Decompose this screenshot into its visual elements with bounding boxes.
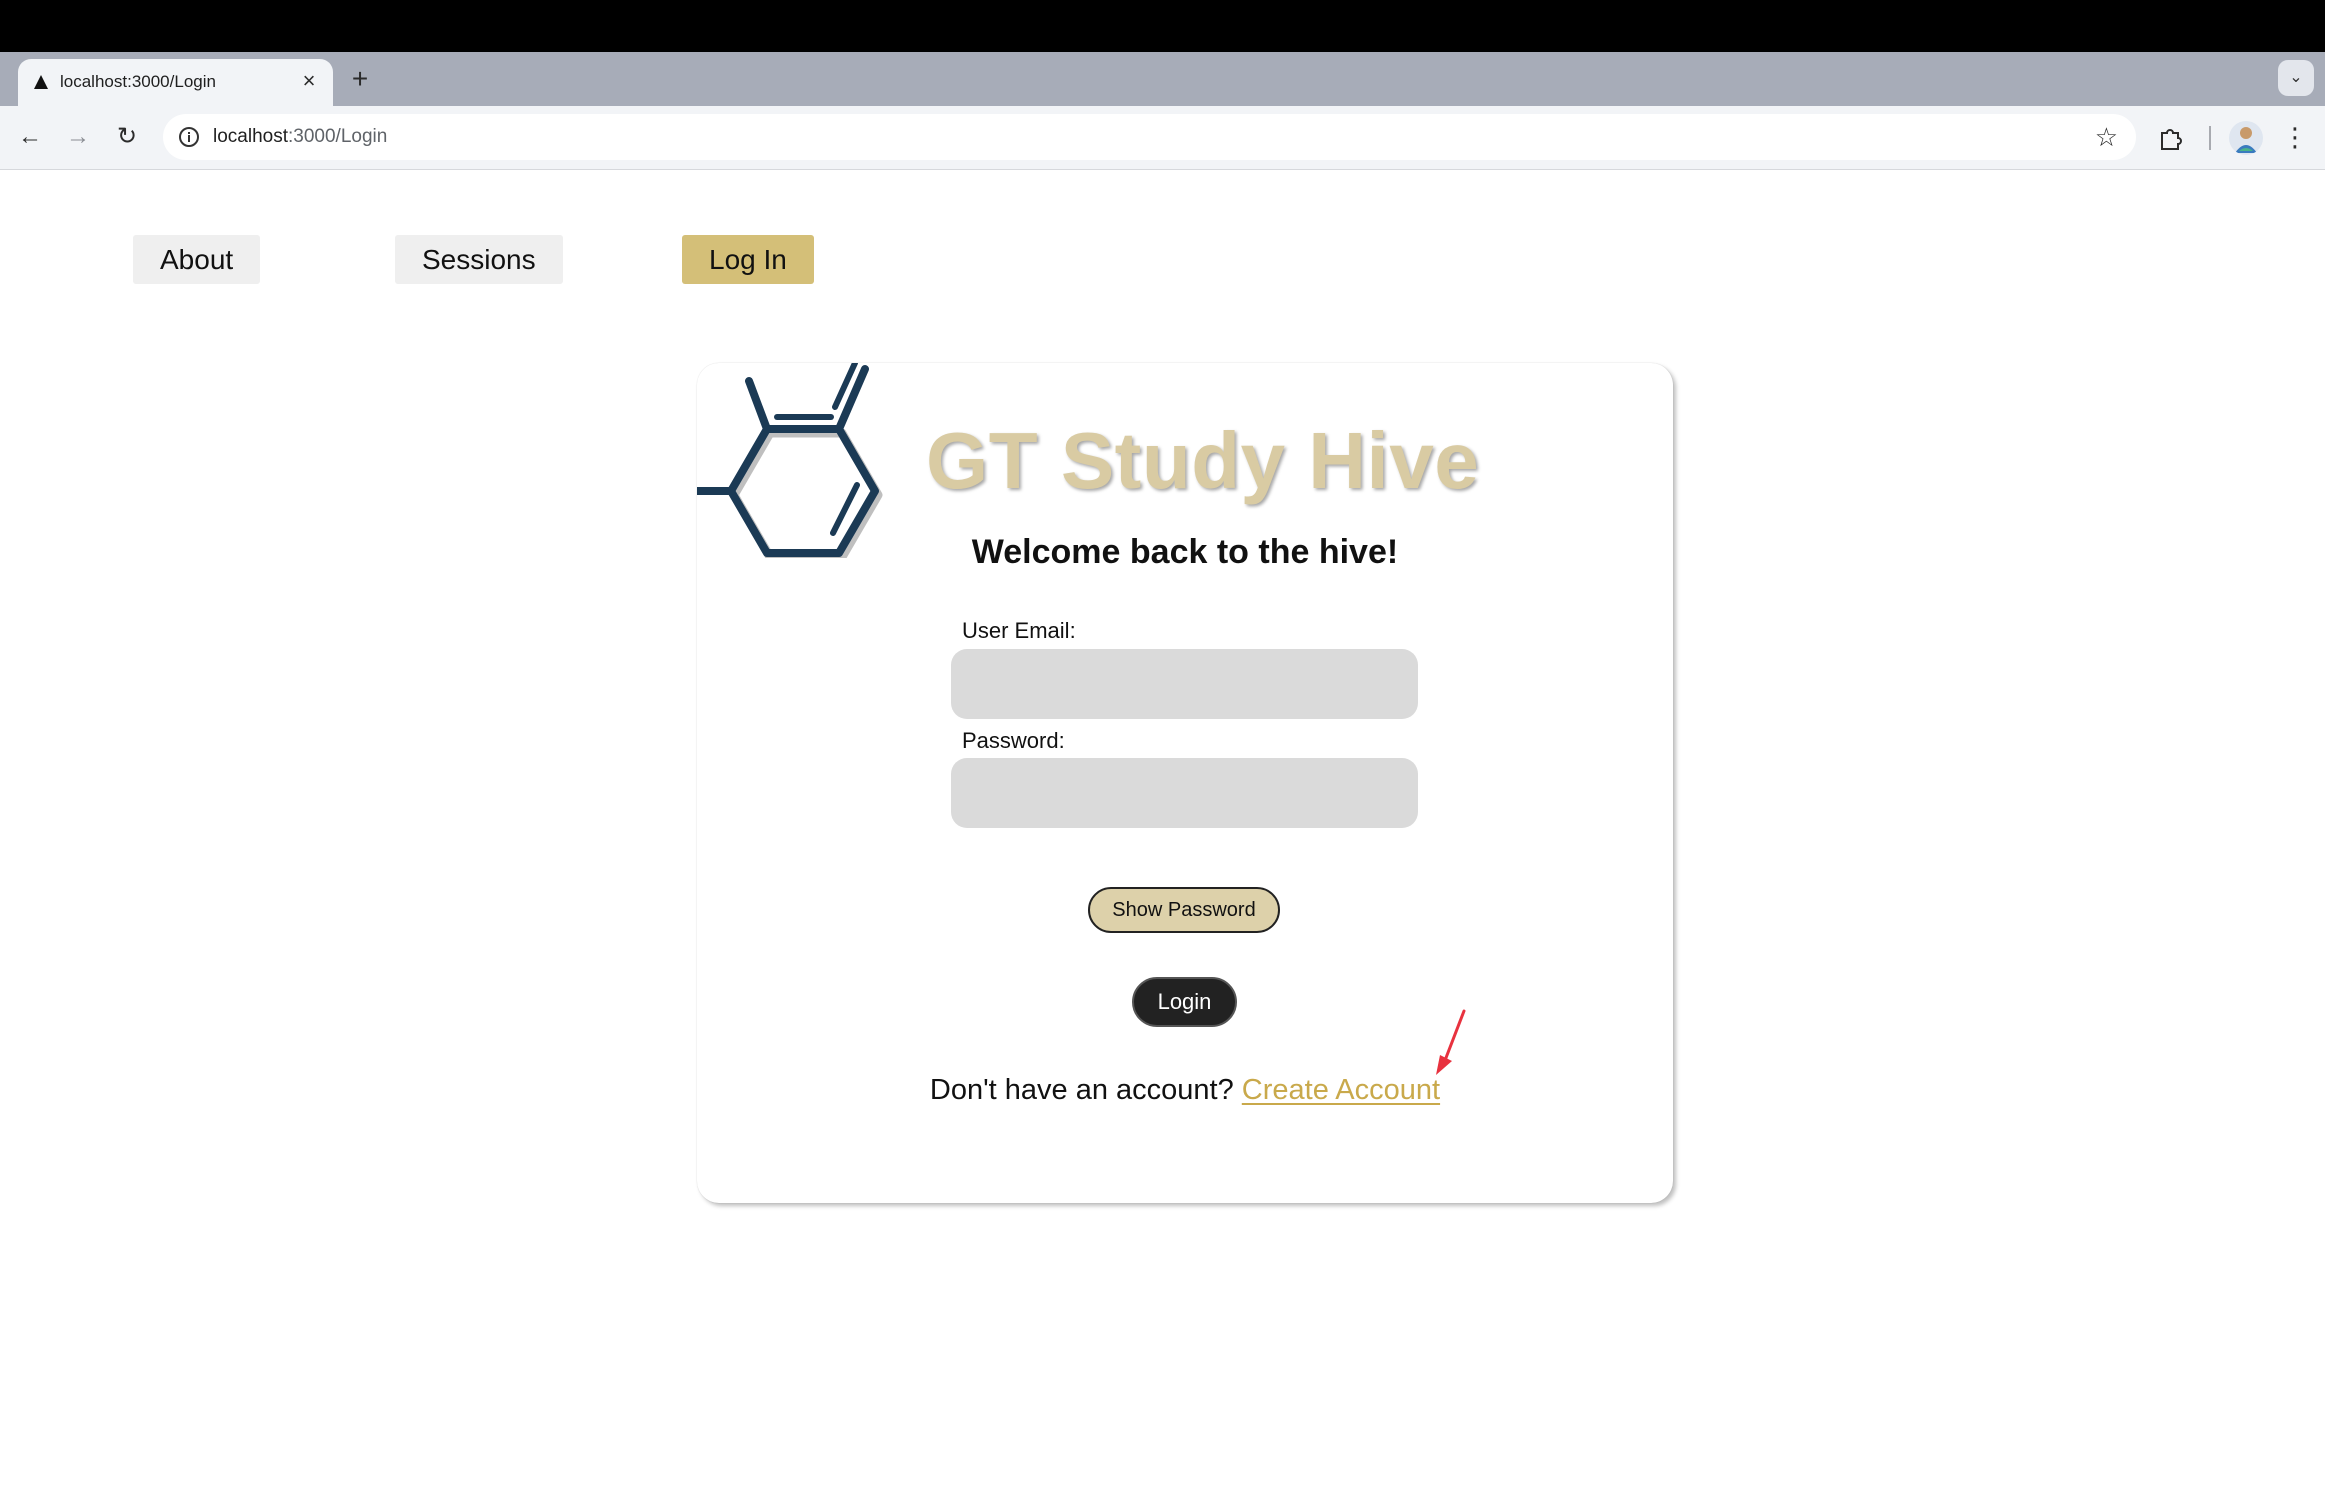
browser-toolbar: ← → ↻ localhost:3000/Login ☆ ⋮ xyxy=(0,106,2325,170)
browser-tab[interactable]: localhost:3000/Login × xyxy=(18,59,333,106)
password-label: Password: xyxy=(962,728,1065,753)
kebab-menu-icon[interactable]: ⋮ xyxy=(2280,120,2310,154)
arrow-left-icon[interactable]: ← xyxy=(13,120,47,154)
triangle-favicon-icon xyxy=(34,75,48,89)
info-icon[interactable] xyxy=(177,125,201,149)
close-icon[interactable]: × xyxy=(297,69,321,93)
tab-strip: localhost:3000/Login × + ⌄ xyxy=(0,52,2325,106)
profile-avatar[interactable] xyxy=(2229,121,2263,155)
password-field[interactable] xyxy=(951,758,1418,828)
window-bezel xyxy=(0,0,2325,52)
site-title: GT Study Hive xyxy=(926,416,1480,505)
tab-title: localhost:3000/Login xyxy=(60,72,216,91)
plus-icon[interactable]: + xyxy=(345,64,375,94)
create-account-link[interactable]: Create Account xyxy=(1242,1074,1440,1106)
nav-sessions-button[interactable]: Sessions xyxy=(395,235,563,284)
email-label: User Email: xyxy=(962,618,1076,643)
chevron-down-icon[interactable]: ⌄ xyxy=(2278,60,2314,96)
reload-icon[interactable]: ↻ xyxy=(110,120,144,154)
show-password-button[interactable]: Show Password xyxy=(1088,887,1280,933)
url-text: localhost:3000/Login xyxy=(213,126,388,147)
signup-prompt: Don't have an account? xyxy=(929,1074,1234,1106)
puzzle-icon[interactable] xyxy=(2155,122,2187,154)
signup-row: Don't have an account? Create Account xyxy=(697,1074,1673,1107)
login-button[interactable]: Login xyxy=(1132,977,1237,1027)
login-card: GT Study Hive Welcome back to the hive! … xyxy=(697,363,1673,1203)
annotation-arrow-icon xyxy=(1436,1009,1466,1075)
toolbar-divider xyxy=(2209,126,2211,150)
welcome-heading: Welcome back to the hive! xyxy=(971,533,1399,571)
nav-login-button[interactable]: Log In xyxy=(682,235,814,284)
profile-icon xyxy=(2235,127,2257,153)
arrow-right-icon[interactable]: → xyxy=(61,120,95,154)
nav-about-button[interactable]: About xyxy=(133,235,261,284)
page-content: About Sessions Log In GT Study Hive Welc… xyxy=(0,171,2325,1505)
honeycomb-logo-icon xyxy=(697,363,883,558)
email-field[interactable] xyxy=(951,649,1418,719)
star-icon[interactable]: ☆ xyxy=(2095,123,2118,151)
address-bar[interactable]: localhost:3000/Login ☆ xyxy=(163,114,2136,160)
